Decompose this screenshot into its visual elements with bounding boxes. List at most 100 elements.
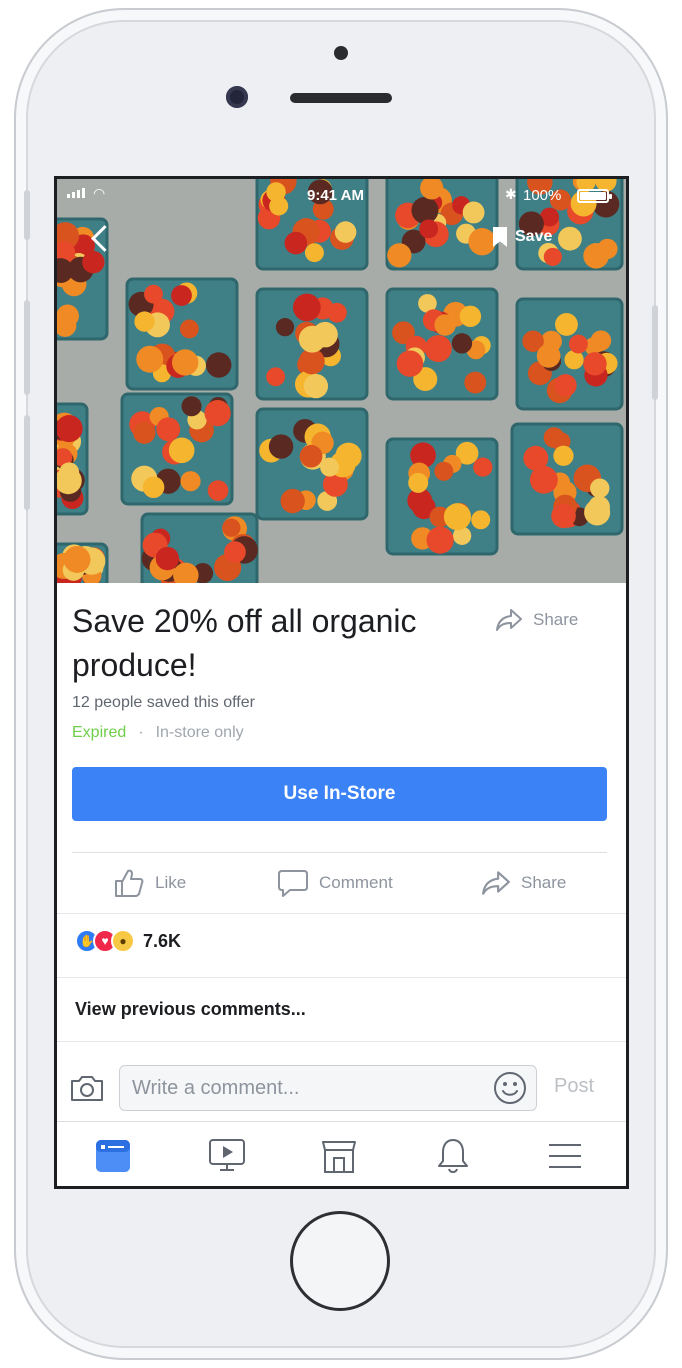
front-camera (226, 86, 248, 108)
phone-screen: ◠ 9:41 AM ✱ 100% Save Save 20% off all o… (54, 176, 629, 1189)
tomato (133, 421, 156, 444)
camera-icon[interactable] (69, 1073, 105, 1103)
tomato (543, 247, 562, 266)
notifications-icon (438, 1139, 468, 1173)
comment-icon (278, 870, 308, 897)
thumbs-up-icon (115, 869, 144, 897)
offer-title: Save 20% off all organic produce! (72, 603, 417, 683)
share-button[interactable]: Share (481, 855, 566, 911)
tomato (529, 465, 558, 494)
tomato (590, 478, 610, 498)
mute-switch (24, 190, 30, 240)
tomato (136, 345, 164, 373)
save-offer-button[interactable]: Save (493, 227, 552, 247)
like-label: Like (155, 873, 187, 892)
signal-icon (67, 188, 85, 198)
tomato (584, 499, 611, 526)
comment-button[interactable]: Comment (277, 855, 393, 911)
saved-count: 12 people saved this offer (72, 694, 255, 711)
tomato (583, 243, 609, 269)
tomato (171, 349, 199, 376)
tomato (419, 219, 439, 239)
like-button[interactable]: Like (113, 855, 186, 911)
offer-meta: Expired · In-store only (72, 724, 244, 742)
tomato (434, 461, 454, 481)
battery-icon (577, 189, 612, 203)
volume-down-button (24, 415, 30, 510)
tomato (266, 367, 286, 387)
share-icon (496, 609, 522, 631)
share-label: Share (533, 610, 579, 629)
power-button (652, 305, 658, 400)
tomato (156, 417, 181, 442)
tab-watch[interactable] (203, 1132, 251, 1180)
offer-hero-image: ◠ 9:41 AM ✱ 100% Save (57, 179, 626, 583)
tomato (284, 231, 308, 255)
tomato (155, 546, 180, 571)
tomato (207, 480, 229, 501)
tomato (298, 325, 326, 353)
home-button[interactable] (290, 1211, 390, 1311)
tomato (536, 344, 561, 368)
tomato (204, 400, 231, 427)
tomato (583, 352, 607, 376)
tab-menu[interactable] (541, 1132, 589, 1180)
tomato (468, 228, 496, 256)
tomato (426, 526, 454, 554)
tomato (554, 374, 577, 397)
tomato (144, 284, 163, 304)
comment-composer: Post (57, 1055, 626, 1119)
share-offer-button[interactable]: Share (495, 607, 578, 633)
emoji-icon[interactable] (493, 1071, 527, 1105)
tomato (320, 457, 340, 477)
tab-notifications[interactable] (429, 1132, 477, 1180)
divider (57, 1041, 626, 1042)
comment-input[interactable] (119, 1065, 537, 1111)
tomato (222, 518, 241, 537)
wow-icon: ● (111, 929, 135, 953)
tomato (180, 471, 201, 492)
menu-icon (549, 1144, 581, 1168)
watch-icon (209, 1139, 245, 1171)
reaction-summary[interactable]: ✋ ♥ ● 7.6K (75, 929, 181, 953)
volume-up-button (24, 300, 30, 395)
tomato (555, 313, 578, 336)
tomato (334, 221, 357, 243)
tomato (224, 541, 246, 563)
tomato (459, 305, 482, 328)
tomato (387, 243, 412, 268)
bottom-tab-bar (57, 1121, 626, 1186)
tomato (171, 285, 192, 306)
tomato (303, 373, 329, 399)
status-bar: ◠ 9:41 AM ✱ 100% (57, 179, 626, 211)
status-time: 9:41 AM (307, 187, 364, 204)
tomato (551, 503, 576, 529)
view-previous-comments-link[interactable]: View previous comments... (75, 999, 306, 1020)
tomato (280, 488, 305, 514)
post-actions: Like Comment Share (57, 855, 626, 911)
back-button[interactable] (85, 223, 119, 257)
tomato (590, 330, 612, 351)
proximity-sensor (334, 46, 348, 60)
post-button[interactable]: Post (554, 1075, 594, 1098)
tomato (434, 314, 456, 336)
tomato (424, 335, 452, 363)
divider (57, 977, 626, 978)
availability: In-store only (155, 724, 244, 741)
tomato (57, 304, 79, 328)
tomato (304, 243, 324, 263)
earpiece-speaker (290, 93, 392, 103)
tomato (443, 503, 472, 531)
tomato (543, 427, 565, 448)
use-in-store-button[interactable]: Use In-Store (72, 767, 607, 821)
tab-news-feed[interactable] (89, 1132, 137, 1180)
marketplace-icon (322, 1141, 356, 1173)
status-badge: Expired (72, 724, 127, 741)
save-label: Save (515, 228, 553, 245)
tomato (568, 334, 588, 354)
tab-marketplace[interactable] (315, 1132, 363, 1180)
tomato (268, 434, 294, 459)
tomato (134, 311, 155, 332)
tomato (451, 333, 473, 354)
tomato (181, 396, 202, 417)
